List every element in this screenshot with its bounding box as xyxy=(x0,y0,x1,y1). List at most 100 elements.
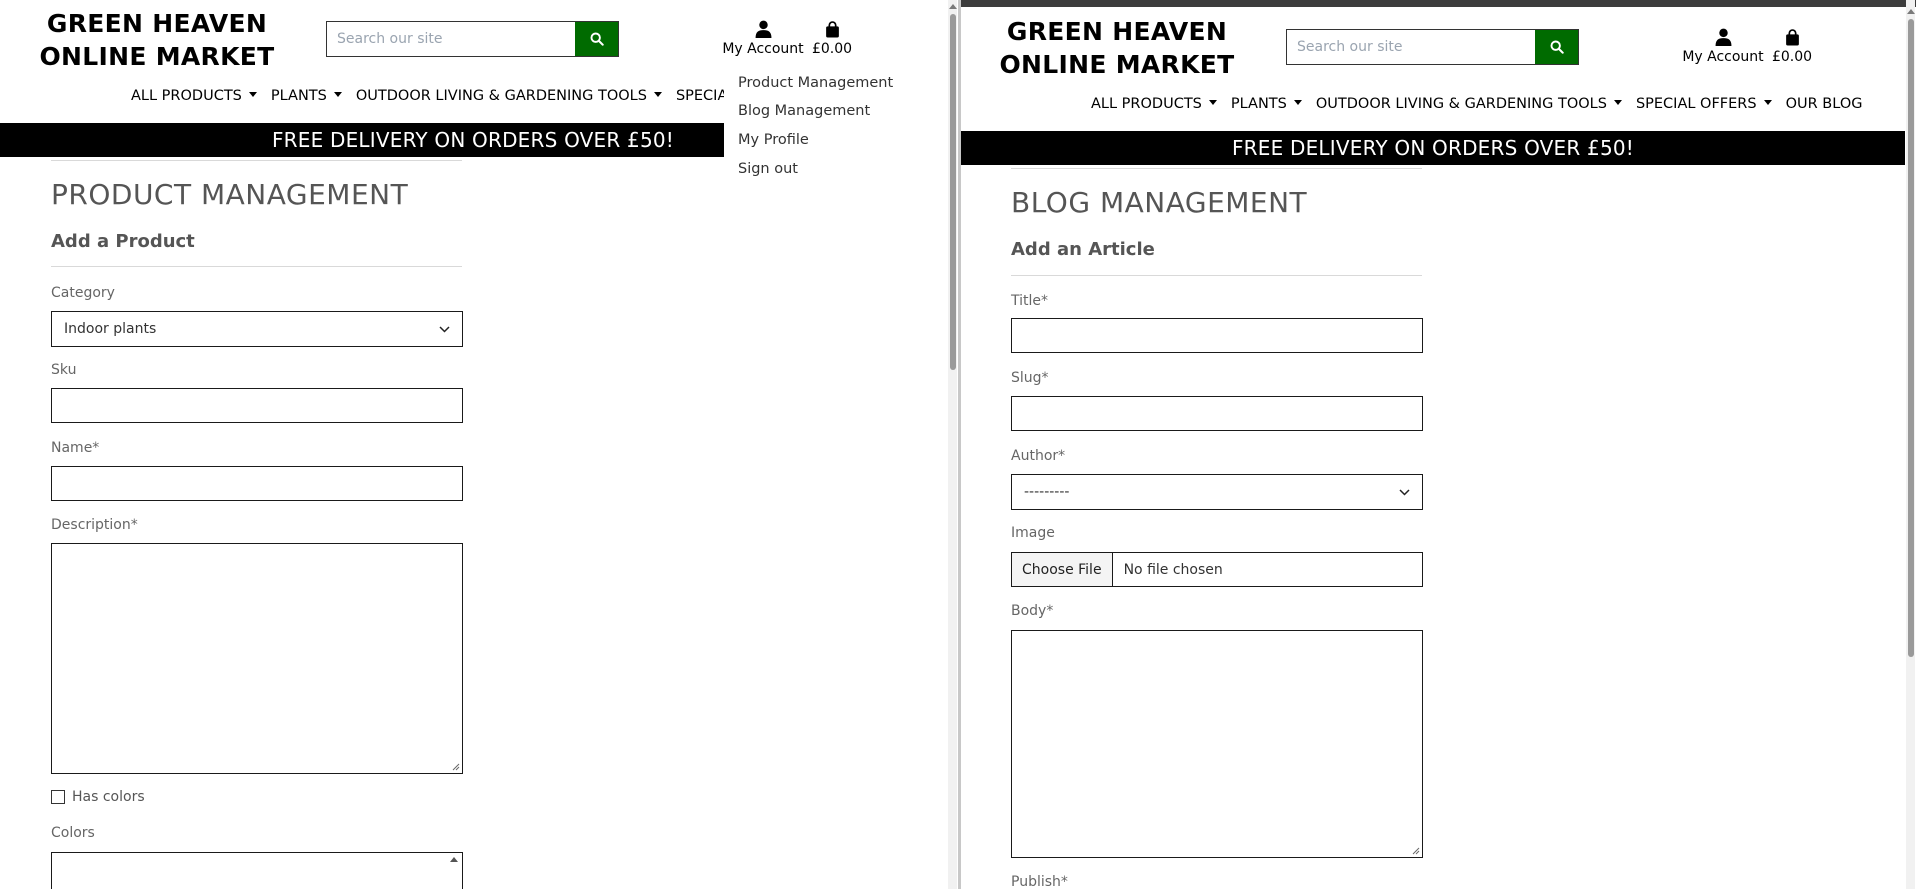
name-input[interactable] xyxy=(51,466,463,501)
menu-item-my-profile[interactable]: My Profile xyxy=(738,132,809,148)
description-label: Description* xyxy=(51,517,138,533)
logo-line-2: ONLINE MARKET xyxy=(999,50,1235,79)
title-label: Title* xyxy=(1011,293,1049,309)
site-search xyxy=(326,21,619,57)
scroll-up-icon[interactable] xyxy=(1907,9,1915,14)
caret-down-icon xyxy=(333,92,342,97)
left-scrollbar-thumb[interactable] xyxy=(950,14,956,370)
nav-all-products[interactable]: ALL PRODUCTS xyxy=(1091,96,1217,112)
description-textarea[interactable] xyxy=(51,543,463,774)
sku-input[interactable] xyxy=(51,388,463,423)
nav-outdoor-living[interactable]: OUTDOOR LIVING & GARDENING TOOLS xyxy=(1316,96,1622,112)
main-nav: ALL PRODUCTS PLANTS OUTDOOR LIVING & GAR… xyxy=(1091,96,1862,112)
nav-outdoor-living[interactable]: OUTDOOR LIVING & GARDENING TOOLS xyxy=(356,88,662,104)
choose-file-button[interactable]: Choose File xyxy=(1012,553,1113,586)
site-search xyxy=(1286,29,1579,65)
shopping-bag-icon xyxy=(1785,29,1799,46)
nav-label: SPECIAL OFFERS xyxy=(1635,96,1757,112)
right-browser-pane: GREEN HEAVEN ONLINE MARKET My Account xyxy=(961,0,1916,889)
site-logo[interactable]: GREEN HEAVEN ONLINE MARKET xyxy=(37,7,277,73)
form-subtitle: Add an Article xyxy=(1011,239,1155,260)
my-account-menu[interactable]: My Account xyxy=(1682,22,1764,65)
user-icon xyxy=(755,20,771,38)
form-subtitle: Add a Product xyxy=(51,231,195,252)
has-colors-label: Has colors xyxy=(72,789,145,805)
shopping-bag-link[interactable]: £0.00 xyxy=(810,14,854,57)
search-icon xyxy=(1550,40,1564,54)
sku-label: Sku xyxy=(51,362,77,378)
nav-label: PLANTS xyxy=(270,88,327,104)
category-label: Category xyxy=(51,285,115,301)
site-logo[interactable]: GREEN HEAVEN ONLINE MARKET xyxy=(997,15,1237,81)
has-colors-row: Has colors xyxy=(51,789,145,805)
left-scrollbar[interactable] xyxy=(948,0,957,889)
nav-plants[interactable]: PLANTS xyxy=(1231,96,1302,112)
scroll-up-icon[interactable] xyxy=(949,4,957,9)
bag-total: £0.00 xyxy=(811,41,853,57)
divider xyxy=(51,266,462,267)
nav-our-blog[interactable]: OUR BLOG xyxy=(1786,96,1863,112)
nav-label: OUTDOOR LIVING & GARDENING TOOLS xyxy=(355,88,647,104)
logo-line-1: GREEN HEAVEN xyxy=(1006,17,1228,46)
nav-label: PLANTS xyxy=(1230,96,1287,112)
nav-plants[interactable]: PLANTS xyxy=(271,88,342,104)
nav-special-offers[interactable]: SPECIAL OFFERS xyxy=(1636,96,1772,112)
bag-total: £0.00 xyxy=(1771,49,1813,65)
page-title: BLOG MANAGEMENT xyxy=(1011,186,1308,219)
slug-input[interactable] xyxy=(1011,396,1423,431)
search-icon xyxy=(590,32,604,46)
category-value: Indoor plants xyxy=(64,321,157,337)
my-account-label: My Account xyxy=(1682,49,1764,65)
divider xyxy=(1011,168,1422,169)
logo-line-2: ONLINE MARKET xyxy=(39,42,275,71)
publish-label: Publish* xyxy=(1011,874,1068,889)
shopping-bag-icon xyxy=(825,21,839,38)
caret-down-icon xyxy=(1293,100,1302,105)
file-name-status: No file chosen xyxy=(1123,561,1223,578)
right-scrollbar[interactable] xyxy=(1906,0,1915,889)
name-label: Name* xyxy=(51,440,100,456)
logo-line-1: GREEN HEAVEN xyxy=(46,9,268,38)
has-colors-checkbox[interactable] xyxy=(51,790,65,804)
category-select[interactable]: Indoor plants xyxy=(51,311,463,347)
title-input[interactable] xyxy=(1011,318,1423,353)
my-account-menu[interactable]: My Account xyxy=(722,14,804,57)
chevron-down-icon xyxy=(439,325,450,333)
author-value: --------- xyxy=(1024,484,1070,500)
divider xyxy=(51,160,462,161)
menu-item-blog-management[interactable]: Blog Management xyxy=(738,103,870,119)
right-scrollbar-thumb[interactable] xyxy=(1908,19,1914,657)
menu-item-product-management[interactable]: Product Management xyxy=(738,75,893,91)
scroll-up-arrow-icon[interactable] xyxy=(450,857,458,862)
body-label: Body* xyxy=(1011,603,1054,619)
image-file-input[interactable]: Choose File No file chosen xyxy=(1011,552,1423,587)
search-button[interactable] xyxy=(1535,30,1578,64)
caret-down-icon xyxy=(248,92,257,97)
resize-grip-icon[interactable] xyxy=(452,763,460,771)
main-nav: ALL PRODUCTS PLANTS OUTDOOR LIVING & GAR… xyxy=(131,88,760,104)
nav-all-products[interactable]: ALL PRODUCTS xyxy=(131,88,257,104)
search-input[interactable] xyxy=(327,22,575,56)
nav-label: OUTDOOR LIVING & GARDENING TOOLS xyxy=(1315,96,1607,112)
search-input[interactable] xyxy=(1287,30,1535,64)
menu-item-sign-out[interactable]: Sign out xyxy=(738,161,798,177)
chevron-down-icon xyxy=(1399,488,1410,496)
user-icon xyxy=(1715,28,1731,46)
colors-select[interactable] xyxy=(51,852,463,889)
free-delivery-banner: FREE DELIVERY ON ORDERS OVER £50! xyxy=(961,131,1905,165)
search-button[interactable] xyxy=(575,22,618,56)
colors-label: Colors xyxy=(51,825,95,841)
my-account-label: My Account xyxy=(722,41,804,57)
author-label: Author* xyxy=(1011,448,1066,464)
caret-down-icon xyxy=(1208,100,1217,105)
window-top-bar xyxy=(961,0,1916,7)
resize-grip-icon[interactable] xyxy=(1412,847,1420,855)
caret-down-icon xyxy=(1763,100,1772,105)
nav-label: ALL PRODUCTS xyxy=(1091,96,1202,112)
nav-label: OUR BLOG xyxy=(1785,96,1863,112)
shopping-bag-link[interactable]: £0.00 xyxy=(1770,22,1814,65)
image-label: Image xyxy=(1011,525,1055,541)
author-select[interactable]: --------- xyxy=(1011,474,1423,510)
nav-label: ALL PRODUCTS xyxy=(131,88,242,104)
body-textarea[interactable] xyxy=(1011,630,1423,858)
